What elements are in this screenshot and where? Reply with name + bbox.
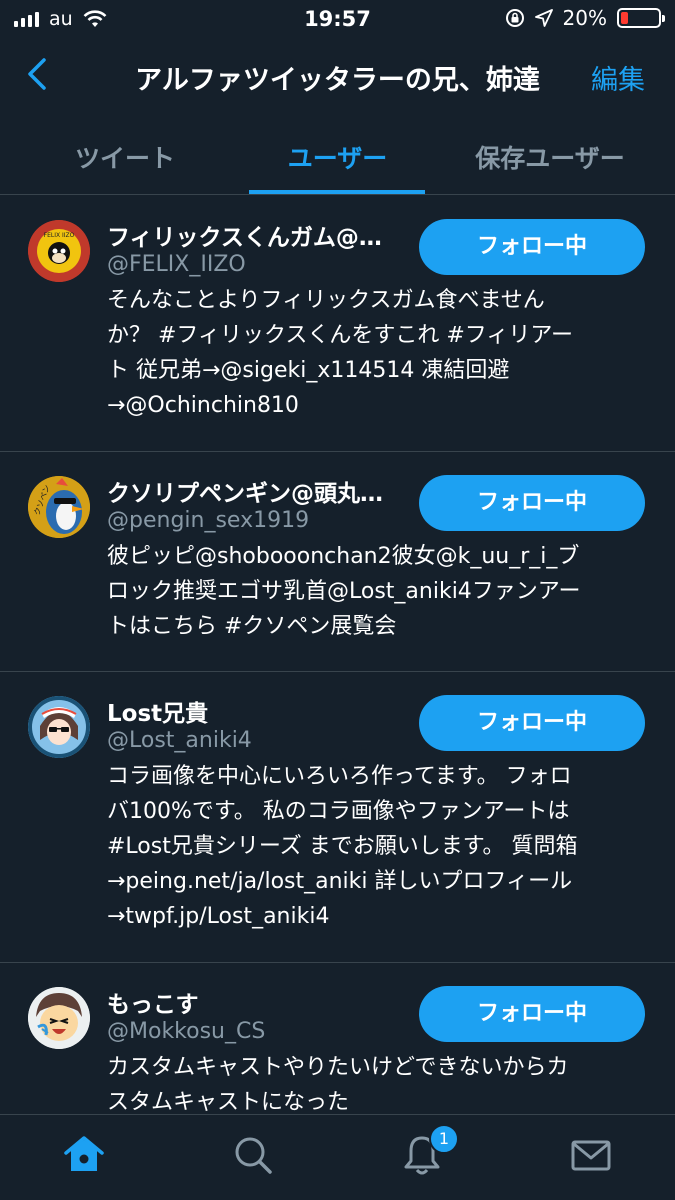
- list-header: アルファツイッタラーの兄、姉達 編集: [0, 40, 675, 115]
- status-bar: au 19:57 20%: [0, 0, 675, 40]
- user-handle: @Lost_aniki4: [107, 728, 252, 753]
- anime-girl-avatar-icon: [28, 696, 90, 758]
- user-bio: カスタムキャストやりたいけどできないからカ スタムキャストになった: [107, 1055, 569, 1114]
- user-name: Lost兄貴: [107, 701, 209, 727]
- penguin-avatar-icon: クソペン: [28, 476, 90, 538]
- following-button[interactable]: フォロー中: [419, 986, 645, 1042]
- active-tab-indicator: [249, 190, 425, 194]
- avatar[interactable]: [28, 987, 90, 1049]
- tab-users[interactable]: ユーザー: [250, 139, 425, 175]
- page-title: アルファツイッタラーの兄、姉達: [135, 65, 540, 96]
- back-chevron-icon[interactable]: [22, 54, 54, 94]
- location-arrow-icon: [534, 9, 553, 27]
- user-name: もっこす: [107, 992, 199, 1018]
- bottom-tab-bar: 1: [0, 1114, 675, 1200]
- search-icon[interactable]: [231, 1133, 275, 1177]
- user-name: クソリプペンギン@頭丸…: [107, 481, 383, 507]
- tab-tweets[interactable]: ツイート: [0, 139, 250, 175]
- following-button[interactable]: フォロー中: [419, 695, 645, 751]
- avatar[interactable]: クソペン: [28, 476, 90, 538]
- edit-button[interactable]: 編集: [591, 58, 645, 97]
- battery-level: [621, 12, 629, 24]
- following-button[interactable]: フォロー中: [419, 475, 645, 531]
- notification-badge: 1: [429, 1124, 459, 1154]
- orientation-lock-icon: [505, 9, 524, 27]
- user-bio: コラ画像を中心にいろいろ作ってます。 フォロ バ100%です。 私のコラ画像やフ…: [107, 764, 578, 929]
- avatar[interactable]: [28, 696, 90, 758]
- battery-percent: 20%: [562, 6, 607, 30]
- user-bio: そんなことよりフィリックスガム食べません か？ #フィリックスくんをすこれ #フ…: [107, 288, 573, 418]
- list-item[interactable]: Lost兄貴 @Lost_aniki4 フォロー中 コラ画像を中心にいろいろ作っ…: [0, 672, 675, 963]
- felix-avatar-icon: FELIX IIZO: [28, 220, 90, 282]
- user-handle: @FELIX_IIZO: [107, 252, 246, 277]
- status-right: 20%: [505, 6, 665, 30]
- list-item[interactable]: もっこす @Mokkosu_CS フォロー中 カスタムキャストやりたいけどできな…: [0, 963, 675, 1114]
- battery-icon: [617, 8, 665, 28]
- list-item[interactable]: FELIX IIZO フィリックスくんガム@… @FELIX_IIZO フォロー…: [0, 196, 675, 452]
- mail-icon[interactable]: [569, 1133, 613, 1177]
- list-item[interactable]: クソペン クソリプペンギン@頭丸… @pengin_sex1919 フォロー中 …: [0, 452, 675, 672]
- tab-saved-users[interactable]: 保存ユーザー: [425, 139, 675, 175]
- user-bio: 彼ピッピ@shobooonchan2彼女@k_uu_r_i_ブ ロック推奨エゴサ…: [107, 544, 581, 639]
- home-icon[interactable]: [62, 1133, 106, 1177]
- list-tabs: ツイート ユーザー 保存ユーザー: [0, 115, 675, 195]
- cartoon-face-avatar-icon: [28, 987, 90, 1049]
- avatar[interactable]: FELIX IIZO: [28, 220, 90, 282]
- user-name: フィリックスくんガム@…: [107, 225, 382, 251]
- following-button[interactable]: フォロー中: [419, 219, 645, 275]
- svg-text:FELIX IIZO: FELIX IIZO: [44, 232, 75, 239]
- user-handle: @pengin_sex1919: [107, 508, 310, 533]
- user-list: FELIX IIZO フィリックスくんガム@… @FELIX_IIZO フォロー…: [0, 196, 675, 1114]
- user-handle: @Mokkosu_CS: [107, 1019, 266, 1044]
